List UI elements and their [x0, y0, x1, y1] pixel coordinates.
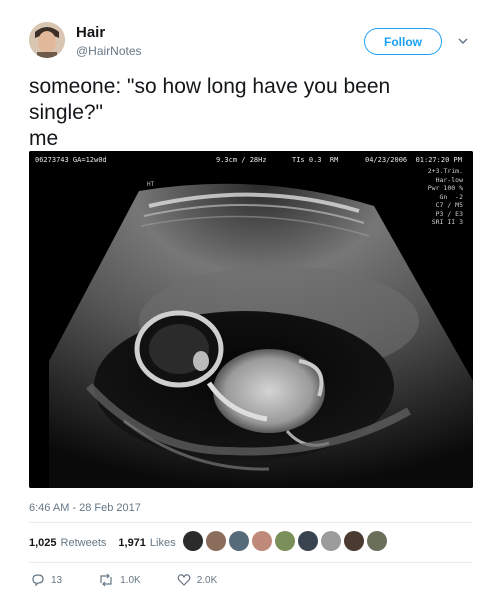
- likes-stat[interactable]: 1,971 Likes: [118, 537, 175, 549]
- reply-count: 13: [51, 574, 63, 586]
- display-name[interactable]: Hair: [76, 24, 105, 41]
- ultrasound-settings: 2+3.Trim. Har-low Pwr 100 % Gn -2 C7 / M…: [428, 167, 463, 227]
- liker-avatar[interactable]: [252, 531, 272, 551]
- reply-icon: [32, 574, 44, 587]
- heart-icon: [177, 574, 191, 586]
- tweet-text: someone: "so how long have you been sing…: [29, 75, 391, 150]
- chevron-down-icon[interactable]: [457, 35, 469, 47]
- tweet-card: Hair @HairNotes Follow someone: "so how …: [0, 0, 503, 600]
- liker-avatars: [183, 531, 390, 551]
- ultrasound-setting: Har-low: [435, 175, 463, 184]
- divider: [29, 522, 473, 523]
- liker-avatar[interactable]: [298, 531, 318, 551]
- ultrasound-side-label: HT: [147, 181, 155, 188]
- retweets-label: Retweets: [60, 537, 107, 549]
- avatar[interactable]: [29, 22, 65, 58]
- ultrasound-image: [29, 151, 473, 488]
- ultrasound-setting: 2+3.Trim.: [427, 167, 463, 175]
- liker-avatar[interactable]: [206, 531, 226, 551]
- retweet-icon: [100, 573, 112, 587]
- liker-avatar[interactable]: [183, 531, 203, 551]
- retweets-count: 1,025: [29, 537, 57, 549]
- like-button[interactable]: 2.0K: [177, 573, 218, 587]
- ultrasound-setting: P3 / E3: [435, 209, 463, 218]
- ultrasound-setting: SRI II 3: [431, 218, 463, 226]
- liker-avatar[interactable]: [344, 531, 364, 551]
- ultrasound-setting: C7 / M5: [435, 201, 463, 209]
- tweet-media[interactable]: 06273743 GA=12w0d 9.3cm / 28Hz TIs 0.3 R…: [29, 151, 473, 488]
- liker-avatar[interactable]: [321, 531, 341, 551]
- user-handle[interactable]: @HairNotes: [76, 44, 142, 58]
- avatar-image: [29, 22, 65, 58]
- retweet-button[interactable]: 1.0K: [98, 573, 141, 587]
- tweet-stats: 1,025 Retweets 1,971 Likes: [29, 537, 176, 549]
- divider: [29, 562, 473, 563]
- likes-label: Likes: [149, 537, 176, 549]
- ultrasound-tis: TIs 0.3 RM: [292, 156, 339, 164]
- retweet-count: 1.0K: [120, 574, 141, 586]
- ultrasound-setting: Pwr 100 %: [427, 184, 463, 192]
- ultrasound-datetime: 04/23/2006 01:27:20 PM: [365, 156, 462, 164]
- tweet-actions: 13 1.0K 2.0K: [31, 573, 253, 587]
- ultrasound-setting: Gn -2: [439, 192, 463, 201]
- liker-avatar[interactable]: [367, 531, 387, 551]
- like-count: 2.0K: [196, 574, 218, 586]
- follow-button[interactable]: Follow: [364, 28, 442, 55]
- reply-button[interactable]: 13: [31, 573, 62, 587]
- ultrasound-id: 06273743 GA=12w0d: [35, 156, 107, 164]
- likes-count: 1,971: [118, 537, 146, 549]
- retweets-stat[interactable]: 1,025 Retweets: [29, 537, 106, 549]
- liker-avatar[interactable]: [275, 531, 295, 551]
- ultrasound-depth: 9.3cm / 28Hz: [216, 156, 267, 164]
- liker-avatar[interactable]: [229, 531, 249, 551]
- tweet-timestamp[interactable]: 6:46 AM - 28 Feb 2017: [29, 502, 141, 514]
